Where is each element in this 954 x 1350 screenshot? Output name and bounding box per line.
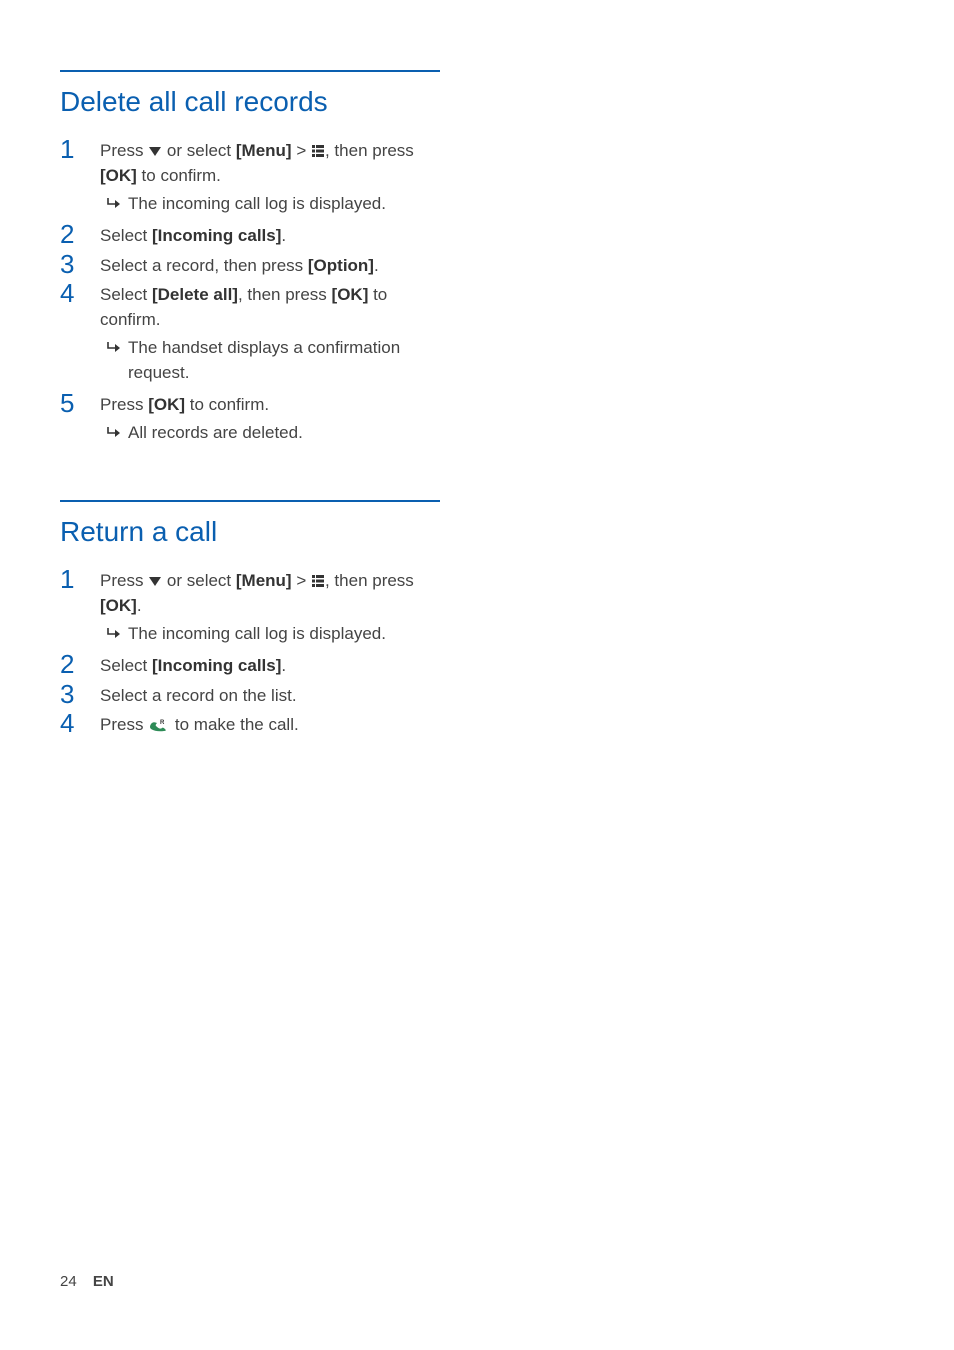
step-body: Press or select [Menu] > , then press [O… — [100, 566, 440, 649]
step-number: 1 — [60, 566, 100, 592]
page-footer: 24 EN — [60, 1273, 114, 1290]
text: Select — [100, 285, 152, 304]
call-log-icon — [311, 144, 325, 158]
text: Select a record on the list. — [100, 686, 297, 705]
incoming-calls-label: [Incoming calls] — [152, 226, 281, 245]
language-code: EN — [93, 1273, 114, 1290]
result: All records are deleted. — [100, 421, 440, 446]
text: Press — [100, 571, 148, 590]
left-column: Delete all call records 1 Press or selec… — [60, 70, 440, 738]
step-number: 4 — [60, 280, 100, 306]
ok-label: [OK] — [100, 166, 137, 185]
text: Press — [100, 395, 148, 414]
step-number: 1 — [60, 136, 100, 162]
text: , then press — [238, 285, 332, 304]
text: Select — [100, 656, 152, 675]
menu-label: [Menu] — [236, 141, 292, 160]
text: to confirm. — [137, 166, 221, 185]
text: to make the call. — [170, 715, 299, 734]
down-arrow-icon — [149, 147, 161, 156]
text: . — [374, 256, 379, 275]
heading-return-a-call: Return a call — [60, 500, 440, 548]
text: . — [281, 656, 286, 675]
text: . — [137, 596, 142, 615]
result-text: The handset displays a confirmation requ… — [128, 336, 440, 385]
text: . — [281, 226, 286, 245]
step-2: 2 Select [Incoming calls]. — [60, 221, 440, 249]
result: The incoming call log is displayed. — [100, 192, 440, 217]
text: Select — [100, 226, 152, 245]
step-5: 5 Press [OK] to confirm. All records are… — [60, 390, 440, 448]
incoming-calls-label: [Incoming calls] — [152, 656, 281, 675]
ok-label: [OK] — [148, 395, 185, 414]
step-1: 1 Press or select [Menu] > , then press … — [60, 136, 440, 219]
step-3: 3 Select a record on the list. — [60, 681, 440, 709]
text: to confirm. — [185, 395, 269, 414]
text: , then press — [325, 571, 414, 590]
menu-label: [Menu] — [236, 571, 292, 590]
text: , then press — [325, 141, 414, 160]
step-2: 2 Select [Incoming calls]. — [60, 651, 440, 679]
result: The handset displays a confirmation requ… — [100, 336, 440, 385]
call-log-icon — [311, 574, 325, 588]
step-3: 3 Select a record, then press [Option]. — [60, 251, 440, 279]
page-number: 24 — [60, 1273, 77, 1290]
result-text: The incoming call log is displayed. — [128, 622, 440, 647]
option-label: [Option] — [308, 256, 374, 275]
text: > — [292, 571, 311, 590]
step-body: Select [Incoming calls]. — [100, 221, 440, 249]
step-number: 2 — [60, 651, 100, 677]
step-body: Select a record on the list. — [100, 681, 440, 709]
result: The incoming call log is displayed. — [100, 622, 440, 647]
svg-text:R: R — [160, 720, 165, 726]
ok-label: [OK] — [100, 596, 137, 615]
step-list-delete: 1 Press or select [Menu] > , then press … — [60, 136, 440, 448]
text: Select a record, then press — [100, 256, 308, 275]
heading-delete-all-call-records: Delete all call records — [60, 70, 440, 118]
step-list-return: 1 Press or select [Menu] > , then press … — [60, 566, 440, 738]
step-number: 4 — [60, 710, 100, 736]
step-body: Select [Delete all], then press [OK] to … — [100, 280, 440, 388]
result-arrow-icon — [100, 192, 128, 210]
call-key-icon: R — [148, 718, 170, 732]
page-content: Delete all call records 1 Press or selec… — [0, 0, 954, 780]
step-body: Select a record, then press [Option]. — [100, 251, 440, 279]
step-4: 4 Select [Delete all], then press [OK] t… — [60, 280, 440, 388]
down-arrow-icon — [149, 577, 161, 586]
step-number: 5 — [60, 390, 100, 416]
result-text: All records are deleted. — [128, 421, 440, 446]
result-arrow-icon — [100, 421, 128, 439]
step-number: 2 — [60, 221, 100, 247]
step-1: 1 Press or select [Menu] > , then press … — [60, 566, 440, 649]
result-arrow-icon — [100, 336, 128, 354]
text: > — [292, 141, 311, 160]
step-number: 3 — [60, 681, 100, 707]
step-body: Press [OK] to confirm. All records are d… — [100, 390, 440, 448]
result-arrow-icon — [100, 622, 128, 640]
result-text: The incoming call log is displayed. — [128, 192, 440, 217]
text: Press — [100, 715, 148, 734]
step-body: Press or select [Menu] > , then press [O… — [100, 136, 440, 219]
step-4: 4 Press R to make the call. — [60, 710, 440, 738]
delete-all-label: [Delete all] — [152, 285, 238, 304]
step-body: Press R to make the call. — [100, 710, 440, 738]
step-body: Select [Incoming calls]. — [100, 651, 440, 679]
ok-label: [OK] — [332, 285, 369, 304]
step-number: 3 — [60, 251, 100, 277]
text: Press — [100, 141, 148, 160]
text: or select — [162, 571, 236, 590]
text: or select — [162, 141, 236, 160]
